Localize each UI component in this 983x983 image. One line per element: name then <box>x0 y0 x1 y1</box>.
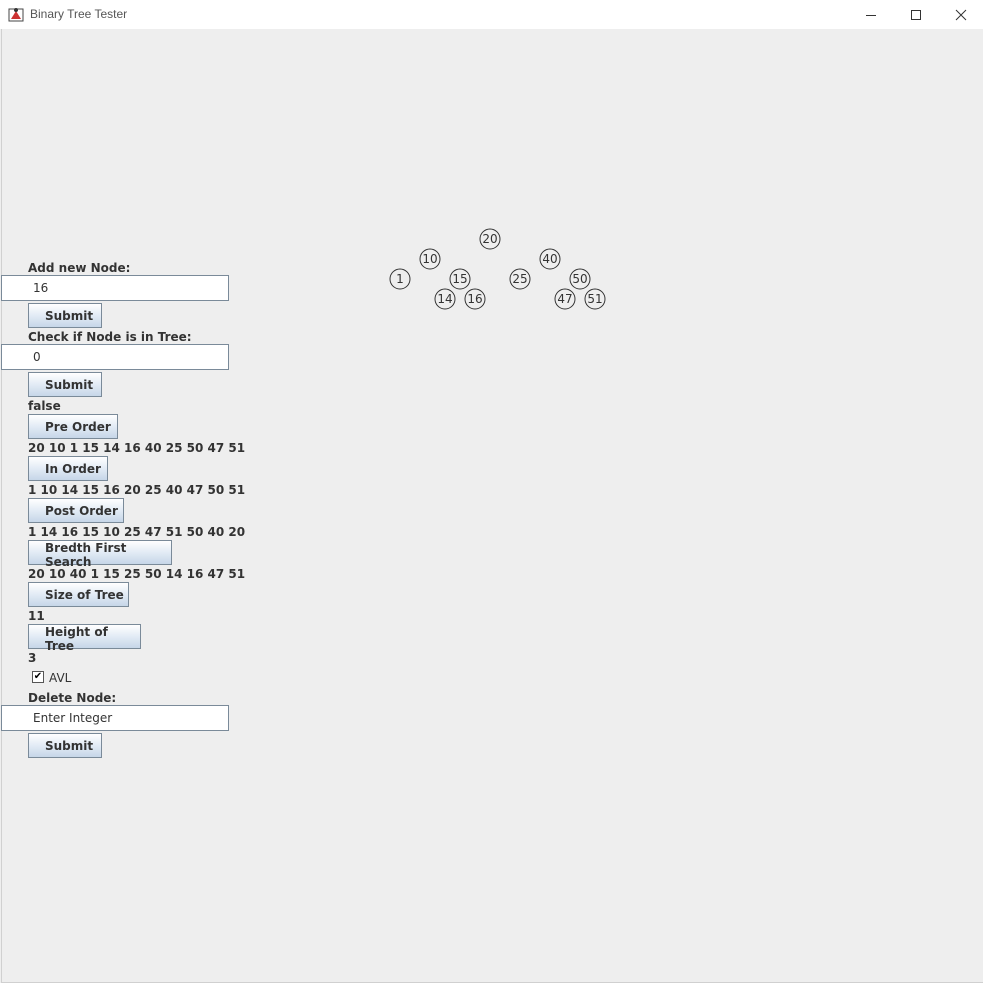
tree-node-label: 16 <box>467 292 482 306</box>
tree-node-10: 10 <box>419 248 441 270</box>
tree-node-label: 40 <box>542 252 557 266</box>
tree-node-label: 1 <box>396 272 404 286</box>
tree-node-label: 25 <box>512 272 527 286</box>
tree-canvas: 20 10 40 1 15 25 50 14 16 47 51 <box>389 228 606 310</box>
tree-node-14: 14 <box>434 288 456 310</box>
tree-node-label: 51 <box>587 292 602 306</box>
tree-node-label: 10 <box>422 252 437 266</box>
tree-node-label: 15 <box>452 272 467 286</box>
tree-node-47: 47 <box>554 288 576 310</box>
tree-node-label: 14 <box>437 292 452 306</box>
tree-node-label: 20 <box>482 232 497 246</box>
tree-node-20: 20 <box>479 228 501 250</box>
tree-node-label: 50 <box>572 272 587 286</box>
tree-node-51: 51 <box>584 288 606 310</box>
tree-node-50: 50 <box>569 268 591 290</box>
tree-node-25: 25 <box>509 268 531 290</box>
tree-node-15: 15 <box>449 268 471 290</box>
tree-node-label: 47 <box>557 292 572 306</box>
tree-node-16: 16 <box>464 288 486 310</box>
tree-node-40: 40 <box>539 248 561 270</box>
tree-node-1: 1 <box>389 268 411 290</box>
